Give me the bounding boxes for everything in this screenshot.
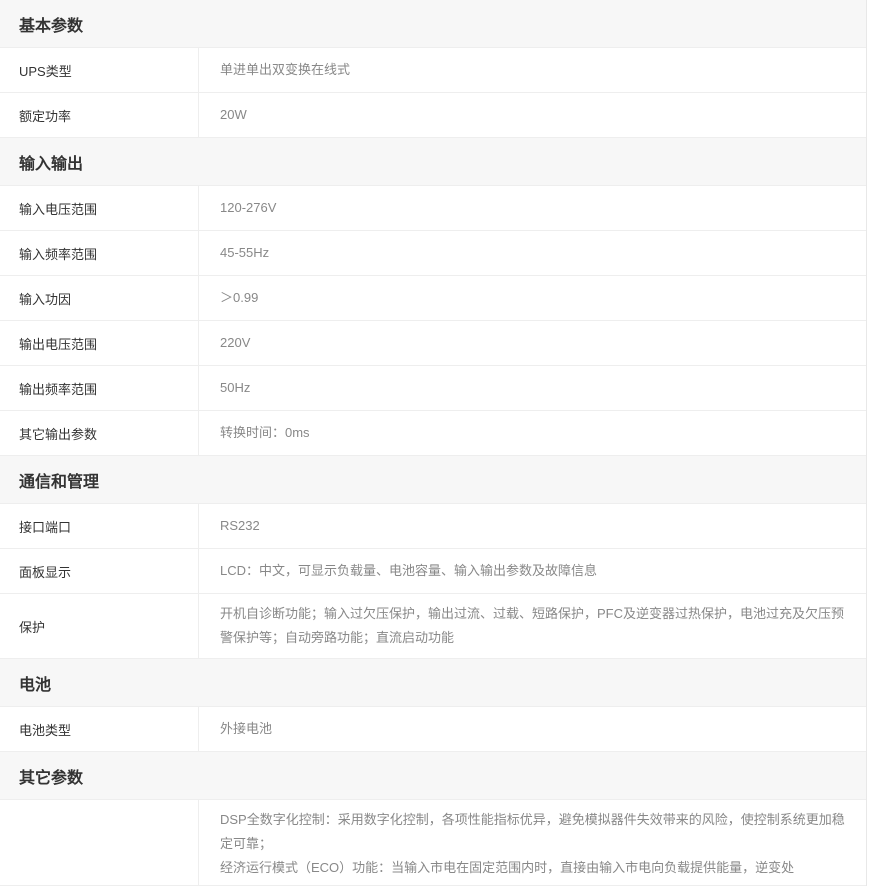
section-header-basic: 基本参数 — [0, 0, 866, 48]
spec-row-input-voltage: 输入电压范围 120-276V — [0, 186, 866, 231]
spec-label: 输入功因 — [0, 276, 199, 320]
spec-label: UPS类型 — [0, 48, 199, 92]
spec-value: 开机自诊断功能；输入过欠压保护，输出过流、过载、短路保护，PFC及逆变器过热保护… — [220, 606, 845, 645]
spec-label: 输出频率范围 — [0, 366, 199, 410]
section-header-io: 输入输出 — [0, 138, 866, 186]
spec-row-interface: 接口端口 RS232 — [0, 504, 866, 549]
spec-label: 其它输出参数 — [0, 411, 199, 455]
spec-row-panel-display: 面板显示 LCD：中文，可显示负载量、电池容量、输入输出参数及故障信息 — [0, 549, 866, 594]
spec-row-rated-power: 额定功率 20W — [0, 93, 866, 138]
section-header-battery: 电池 — [0, 659, 866, 707]
spec-label: 输入电压范围 — [0, 186, 199, 230]
spec-label — [0, 800, 199, 885]
spec-label: 输出电压范围 — [0, 321, 199, 365]
spec-value: 转换时间：0ms — [220, 425, 310, 440]
spec-value: LCD：中文，可显示负载量、电池容量、输入输出参数及故障信息 — [220, 563, 598, 578]
spec-table: 基本参数 UPS类型 单进单出双变换在线式 额定功率 20W 输入输出 输入电压… — [0, 0, 867, 886]
spec-value: 120-276V — [220, 200, 277, 215]
spec-row-output-voltage: 输出电压范围 220V — [0, 321, 866, 366]
spec-value: 220V — [220, 335, 251, 350]
section-title: 电池 — [19, 676, 52, 694]
spec-label: 保护 — [0, 594, 199, 658]
spec-row-ups-type: UPS类型 单进单出双变换在线式 — [0, 48, 866, 93]
section-header-other: 其它参数 — [0, 752, 866, 800]
spec-row-other-output: 其它输出参数 转换时间：0ms — [0, 411, 866, 456]
section-title: 通信和管理 — [19, 473, 100, 491]
spec-value: ＞0.99 — [220, 290, 259, 305]
spec-row-protection: 保护 开机自诊断功能；输入过欠压保护，输出过流、过载、短路保护，PFC及逆变器过… — [0, 594, 866, 659]
spec-label: 输入频率范围 — [0, 231, 199, 275]
spec-label: 接口端口 — [0, 504, 199, 548]
spec-value-line: 经济运行模式（ECO）功能：当输入市电在固定范围内时，直接由输入市电向负载提供能… — [220, 860, 795, 875]
spec-value-line: DSP全数字化控制：采用数字化控制，各项性能指标优异，避免模拟器件失效带来的风险… — [220, 812, 845, 851]
spec-value: 20W — [220, 107, 247, 122]
spec-value: 外接电池 — [220, 721, 273, 736]
spec-row-other-params: DSP全数字化控制：采用数字化控制，各项性能指标优异，避免模拟器件失效带来的风险… — [0, 800, 866, 886]
section-title: 其它参数 — [19, 769, 84, 787]
section-title: 输入输出 — [19, 155, 84, 173]
spec-value: 50Hz — [220, 380, 251, 395]
spec-row-input-pf: 输入功因 ＞0.99 — [0, 276, 866, 321]
spec-label: 面板显示 — [0, 549, 199, 593]
spec-value: RS232 — [220, 518, 260, 533]
spec-row-battery-type: 电池类型 外接电池 — [0, 707, 866, 752]
section-title: 基本参数 — [19, 17, 84, 35]
spec-row-output-frequency: 输出频率范围 50Hz — [0, 366, 866, 411]
spec-label: 电池类型 — [0, 707, 199, 751]
spec-value: DSP全数字化控制：采用数字化控制，各项性能指标优异，避免模拟器件失效带来的风险… — [199, 800, 866, 885]
spec-label: 额定功率 — [0, 93, 199, 137]
section-header-comm: 通信和管理 — [0, 456, 866, 504]
spec-row-input-frequency: 输入频率范围 45-55Hz — [0, 231, 866, 276]
spec-value: 45-55Hz — [220, 245, 270, 260]
spec-value: 单进单出双变换在线式 — [220, 62, 351, 77]
